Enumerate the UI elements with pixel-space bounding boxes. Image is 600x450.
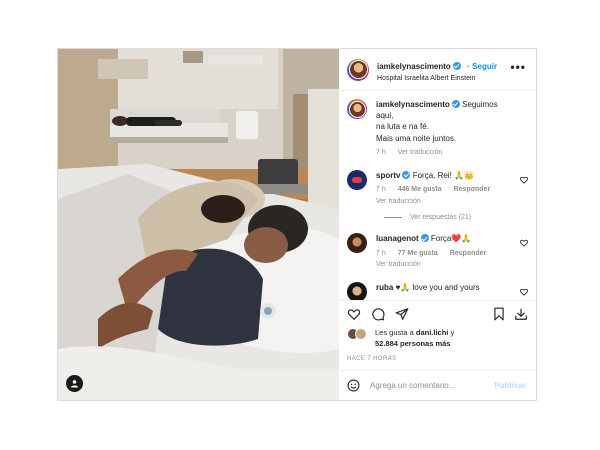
caption-time[interactable]: 7 h (376, 149, 386, 156)
post-location[interactable]: Hospital Israelita Albert Einstein (377, 75, 497, 84)
comment-item: sportv Força, Rei! 🙏👑 7 h 446 Me gusta R… (347, 169, 528, 207)
comment-text: Força❤️🙏 (430, 234, 472, 244)
instagram-post: iamkelynascimento · Seguir Hospital Isra… (57, 48, 537, 401)
verified-badge-icon (420, 234, 429, 243)
caption-translation-link[interactable]: Ver traducción (398, 149, 443, 156)
comment-item: ruba ♥🙏 love you and yours (347, 282, 528, 300)
comment-translation-link[interactable]: Ver traducción (376, 197, 516, 207)
heart-icon[interactable] (520, 288, 528, 296)
reply-button[interactable]: Responder (454, 186, 491, 193)
action-bar (339, 300, 536, 326)
verified-badge-icon (452, 62, 461, 71)
reply-button[interactable]: Responder (450, 250, 487, 257)
comment-text: Força, Rei! 🙏👑 (412, 170, 474, 180)
post-header: iamkelynascimento · Seguir Hospital Isra… (339, 49, 536, 91)
bookmark-icon[interactable] (492, 307, 506, 321)
heart-icon[interactable] (347, 307, 361, 321)
comment-text: ♥🙏 love you and yours (395, 283, 480, 293)
caption-line-2: na luta e na fé. (376, 122, 429, 132)
comment-translation-link[interactable]: Ver traducción (376, 260, 516, 270)
commenter-avatar[interactable] (347, 233, 367, 254)
comment-likes[interactable]: 446 Me gusta (398, 186, 442, 193)
likes-conj: y (450, 328, 455, 337)
commenter-avatar[interactable] (347, 282, 367, 300)
caption-line-3: Mais uma noite juntos. (376, 133, 457, 143)
emoji-icon[interactable] (347, 379, 360, 392)
caption-username[interactable]: iamkelynascimento (376, 100, 450, 109)
comment-input[interactable] (370, 381, 480, 390)
user-tag-icon[interactable] (66, 375, 83, 392)
author-avatar[interactable] (347, 58, 369, 81)
caption: iamkelynascimento Seguimos aqui, na luta… (347, 99, 528, 158)
likes-count[interactable]: 52.884 personas más (375, 339, 450, 348)
post-timestamp[interactable]: HACE 7 HORAS (339, 354, 536, 370)
add-comment-bar: Publicar (339, 370, 536, 400)
comment-icon[interactable] (371, 307, 385, 321)
comment-likes[interactable]: 77 Me gusta (398, 250, 438, 257)
likes-prefix: Les gusta a (375, 328, 414, 337)
hospital-room-photo (58, 49, 339, 400)
post-side-panel: iamkelynascimento · Seguir Hospital Isra… (339, 49, 536, 400)
post-photo[interactable] (58, 49, 339, 400)
liker-avatars (347, 328, 371, 342)
caption-avatar[interactable] (347, 99, 367, 119)
comment-item: luanagenot Força❤️🙏 7 h 77 Me gusta Resp… (347, 233, 528, 270)
commenter-avatar[interactable] (347, 169, 367, 190)
share-icon[interactable] (395, 307, 409, 321)
comment-time[interactable]: 7 h (376, 250, 386, 257)
replies-divider (384, 217, 402, 219)
comment-username[interactable]: ruba (376, 283, 393, 292)
view-replies-label: Ver respuestas (21) (410, 214, 472, 222)
comment-username[interactable]: sportv (376, 171, 400, 180)
likes-user[interactable]: dani.lichi (416, 328, 449, 337)
comment-username[interactable]: luanagenot (376, 234, 419, 243)
follow-button[interactable]: · Seguir (467, 62, 497, 71)
heart-icon[interactable] (520, 239, 528, 248)
follow-label: Seguir (472, 62, 498, 72)
verified-badge-icon (402, 170, 411, 179)
comment-time[interactable]: 7 h (376, 186, 386, 193)
more-icon[interactable]: ••• (510, 61, 526, 73)
likes-summary[interactable]: Les gusta a dani.lichi y 52.884 personas… (339, 326, 536, 354)
comments-list[interactable]: iamkelynascimento Seguimos aqui, na luta… (339, 91, 536, 300)
verified-badge-icon (451, 100, 460, 108)
download-icon[interactable] (514, 307, 528, 321)
heart-icon[interactable] (520, 176, 528, 184)
publish-button[interactable]: Publicar (494, 381, 526, 390)
author-username[interactable]: iamkelynascimento (377, 62, 451, 71)
view-replies-button[interactable]: Ver respuestas (21) (384, 214, 528, 221)
